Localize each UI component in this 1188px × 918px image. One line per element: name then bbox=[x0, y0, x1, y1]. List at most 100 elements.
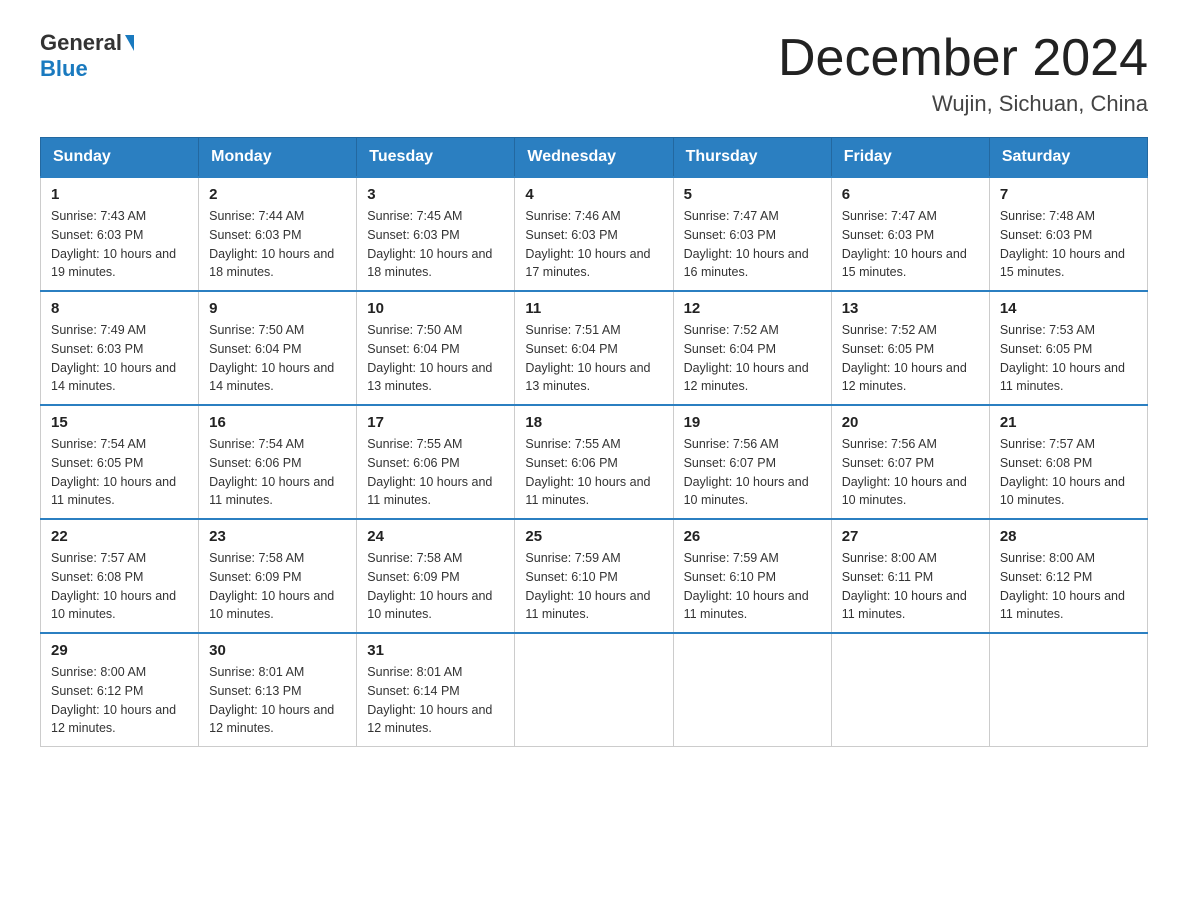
weekday-header-wednesday: Wednesday bbox=[515, 138, 673, 178]
calendar-cell: 17 Sunrise: 7:55 AMSunset: 6:06 PMDaylig… bbox=[357, 405, 515, 519]
weekday-header-friday: Friday bbox=[831, 138, 989, 178]
calendar-cell bbox=[515, 633, 673, 747]
weekday-header-tuesday: Tuesday bbox=[357, 138, 515, 178]
day-info: Sunrise: 7:47 AMSunset: 6:03 PMDaylight:… bbox=[684, 209, 809, 279]
day-number: 30 bbox=[209, 642, 346, 659]
day-info: Sunrise: 7:43 AMSunset: 6:03 PMDaylight:… bbox=[51, 209, 176, 279]
day-info: Sunrise: 7:52 AMSunset: 6:05 PMDaylight:… bbox=[842, 323, 967, 393]
day-info: Sunrise: 8:01 AMSunset: 6:14 PMDaylight:… bbox=[367, 665, 492, 735]
day-number: 4 bbox=[525, 186, 662, 203]
calendar-cell: 9 Sunrise: 7:50 AMSunset: 6:04 PMDayligh… bbox=[199, 291, 357, 405]
day-info: Sunrise: 7:52 AMSunset: 6:04 PMDaylight:… bbox=[684, 323, 809, 393]
calendar-cell: 1 Sunrise: 7:43 AMSunset: 6:03 PMDayligh… bbox=[41, 177, 199, 291]
day-number: 17 bbox=[367, 414, 504, 431]
calendar-cell: 8 Sunrise: 7:49 AMSunset: 6:03 PMDayligh… bbox=[41, 291, 199, 405]
day-number: 2 bbox=[209, 186, 346, 203]
calendar-cell: 28 Sunrise: 8:00 AMSunset: 6:12 PMDaylig… bbox=[989, 519, 1147, 633]
day-number: 22 bbox=[51, 528, 188, 545]
day-number: 15 bbox=[51, 414, 188, 431]
title-area: December 2024 Wujin, Sichuan, China bbox=[778, 30, 1148, 117]
calendar-cell: 18 Sunrise: 7:55 AMSunset: 6:06 PMDaylig… bbox=[515, 405, 673, 519]
calendar-cell: 26 Sunrise: 7:59 AMSunset: 6:10 PMDaylig… bbox=[673, 519, 831, 633]
calendar-cell: 7 Sunrise: 7:48 AMSunset: 6:03 PMDayligh… bbox=[989, 177, 1147, 291]
calendar-cell: 11 Sunrise: 7:51 AMSunset: 6:04 PMDaylig… bbox=[515, 291, 673, 405]
day-number: 1 bbox=[51, 186, 188, 203]
day-number: 27 bbox=[842, 528, 979, 545]
weekday-header-saturday: Saturday bbox=[989, 138, 1147, 178]
day-info: Sunrise: 7:54 AMSunset: 6:05 PMDaylight:… bbox=[51, 437, 176, 507]
logo: General Blue bbox=[40, 30, 134, 82]
calendar-cell: 12 Sunrise: 7:52 AMSunset: 6:04 PMDaylig… bbox=[673, 291, 831, 405]
calendar-cell: 13 Sunrise: 7:52 AMSunset: 6:05 PMDaylig… bbox=[831, 291, 989, 405]
day-number: 13 bbox=[842, 300, 979, 317]
day-info: Sunrise: 7:55 AMSunset: 6:06 PMDaylight:… bbox=[525, 437, 650, 507]
calendar-week-row: 22 Sunrise: 7:57 AMSunset: 6:08 PMDaylig… bbox=[41, 519, 1148, 633]
calendar-week-row: 29 Sunrise: 8:00 AMSunset: 6:12 PMDaylig… bbox=[41, 633, 1148, 747]
day-number: 26 bbox=[684, 528, 821, 545]
calendar-cell: 21 Sunrise: 7:57 AMSunset: 6:08 PMDaylig… bbox=[989, 405, 1147, 519]
day-info: Sunrise: 7:54 AMSunset: 6:06 PMDaylight:… bbox=[209, 437, 334, 507]
calendar-week-row: 15 Sunrise: 7:54 AMSunset: 6:05 PMDaylig… bbox=[41, 405, 1148, 519]
day-number: 23 bbox=[209, 528, 346, 545]
calendar-cell: 14 Sunrise: 7:53 AMSunset: 6:05 PMDaylig… bbox=[989, 291, 1147, 405]
calendar-cell: 25 Sunrise: 7:59 AMSunset: 6:10 PMDaylig… bbox=[515, 519, 673, 633]
day-number: 6 bbox=[842, 186, 979, 203]
day-number: 10 bbox=[367, 300, 504, 317]
calendar-cell: 23 Sunrise: 7:58 AMSunset: 6:09 PMDaylig… bbox=[199, 519, 357, 633]
day-info: Sunrise: 7:44 AMSunset: 6:03 PMDaylight:… bbox=[209, 209, 334, 279]
day-info: Sunrise: 7:58 AMSunset: 6:09 PMDaylight:… bbox=[367, 551, 492, 621]
weekday-header-row: SundayMondayTuesdayWednesdayThursdayFrid… bbox=[41, 138, 1148, 178]
day-number: 31 bbox=[367, 642, 504, 659]
day-info: Sunrise: 8:01 AMSunset: 6:13 PMDaylight:… bbox=[209, 665, 334, 735]
day-info: Sunrise: 7:47 AMSunset: 6:03 PMDaylight:… bbox=[842, 209, 967, 279]
day-number: 11 bbox=[525, 300, 662, 317]
calendar-cell: 20 Sunrise: 7:56 AMSunset: 6:07 PMDaylig… bbox=[831, 405, 989, 519]
day-info: Sunrise: 7:57 AMSunset: 6:08 PMDaylight:… bbox=[51, 551, 176, 621]
day-info: Sunrise: 7:55 AMSunset: 6:06 PMDaylight:… bbox=[367, 437, 492, 507]
day-info: Sunrise: 8:00 AMSunset: 6:12 PMDaylight:… bbox=[51, 665, 176, 735]
calendar-cell: 2 Sunrise: 7:44 AMSunset: 6:03 PMDayligh… bbox=[199, 177, 357, 291]
calendar-cell bbox=[989, 633, 1147, 747]
calendar-cell: 30 Sunrise: 8:01 AMSunset: 6:13 PMDaylig… bbox=[199, 633, 357, 747]
day-number: 7 bbox=[1000, 186, 1137, 203]
calendar-cell: 6 Sunrise: 7:47 AMSunset: 6:03 PMDayligh… bbox=[831, 177, 989, 291]
day-number: 12 bbox=[684, 300, 821, 317]
calendar-cell: 22 Sunrise: 7:57 AMSunset: 6:08 PMDaylig… bbox=[41, 519, 199, 633]
day-number: 28 bbox=[1000, 528, 1137, 545]
calendar-table: SundayMondayTuesdayWednesdayThursdayFrid… bbox=[40, 137, 1148, 747]
day-number: 24 bbox=[367, 528, 504, 545]
day-number: 14 bbox=[1000, 300, 1137, 317]
weekday-header-thursday: Thursday bbox=[673, 138, 831, 178]
calendar-cell: 4 Sunrise: 7:46 AMSunset: 6:03 PMDayligh… bbox=[515, 177, 673, 291]
day-info: Sunrise: 7:59 AMSunset: 6:10 PMDaylight:… bbox=[525, 551, 650, 621]
calendar-cell: 31 Sunrise: 8:01 AMSunset: 6:14 PMDaylig… bbox=[357, 633, 515, 747]
day-info: Sunrise: 7:57 AMSunset: 6:08 PMDaylight:… bbox=[1000, 437, 1125, 507]
day-number: 18 bbox=[525, 414, 662, 431]
calendar-cell: 3 Sunrise: 7:45 AMSunset: 6:03 PMDayligh… bbox=[357, 177, 515, 291]
day-info: Sunrise: 7:50 AMSunset: 6:04 PMDaylight:… bbox=[367, 323, 492, 393]
calendar-cell bbox=[673, 633, 831, 747]
day-number: 29 bbox=[51, 642, 188, 659]
day-info: Sunrise: 7:51 AMSunset: 6:04 PMDaylight:… bbox=[525, 323, 650, 393]
day-info: Sunrise: 7:45 AMSunset: 6:03 PMDaylight:… bbox=[367, 209, 492, 279]
calendar-cell: 24 Sunrise: 7:58 AMSunset: 6:09 PMDaylig… bbox=[357, 519, 515, 633]
calendar-cell: 15 Sunrise: 7:54 AMSunset: 6:05 PMDaylig… bbox=[41, 405, 199, 519]
day-info: Sunrise: 7:56 AMSunset: 6:07 PMDaylight:… bbox=[684, 437, 809, 507]
month-title: December 2024 bbox=[778, 30, 1148, 87]
calendar-cell: 19 Sunrise: 7:56 AMSunset: 6:07 PMDaylig… bbox=[673, 405, 831, 519]
calendar-cell bbox=[831, 633, 989, 747]
logo-triangle-icon bbox=[125, 35, 134, 51]
calendar-week-row: 8 Sunrise: 7:49 AMSunset: 6:03 PMDayligh… bbox=[41, 291, 1148, 405]
day-info: Sunrise: 7:48 AMSunset: 6:03 PMDaylight:… bbox=[1000, 209, 1125, 279]
calendar-cell: 27 Sunrise: 8:00 AMSunset: 6:11 PMDaylig… bbox=[831, 519, 989, 633]
day-number: 25 bbox=[525, 528, 662, 545]
day-info: Sunrise: 7:49 AMSunset: 6:03 PMDaylight:… bbox=[51, 323, 176, 393]
day-info: Sunrise: 8:00 AMSunset: 6:12 PMDaylight:… bbox=[1000, 551, 1125, 621]
page-header: General Blue December 2024 Wujin, Sichua… bbox=[40, 30, 1148, 117]
day-info: Sunrise: 7:46 AMSunset: 6:03 PMDaylight:… bbox=[525, 209, 650, 279]
day-number: 16 bbox=[209, 414, 346, 431]
day-info: Sunrise: 8:00 AMSunset: 6:11 PMDaylight:… bbox=[842, 551, 967, 621]
day-info: Sunrise: 7:50 AMSunset: 6:04 PMDaylight:… bbox=[209, 323, 334, 393]
day-number: 20 bbox=[842, 414, 979, 431]
day-number: 21 bbox=[1000, 414, 1137, 431]
